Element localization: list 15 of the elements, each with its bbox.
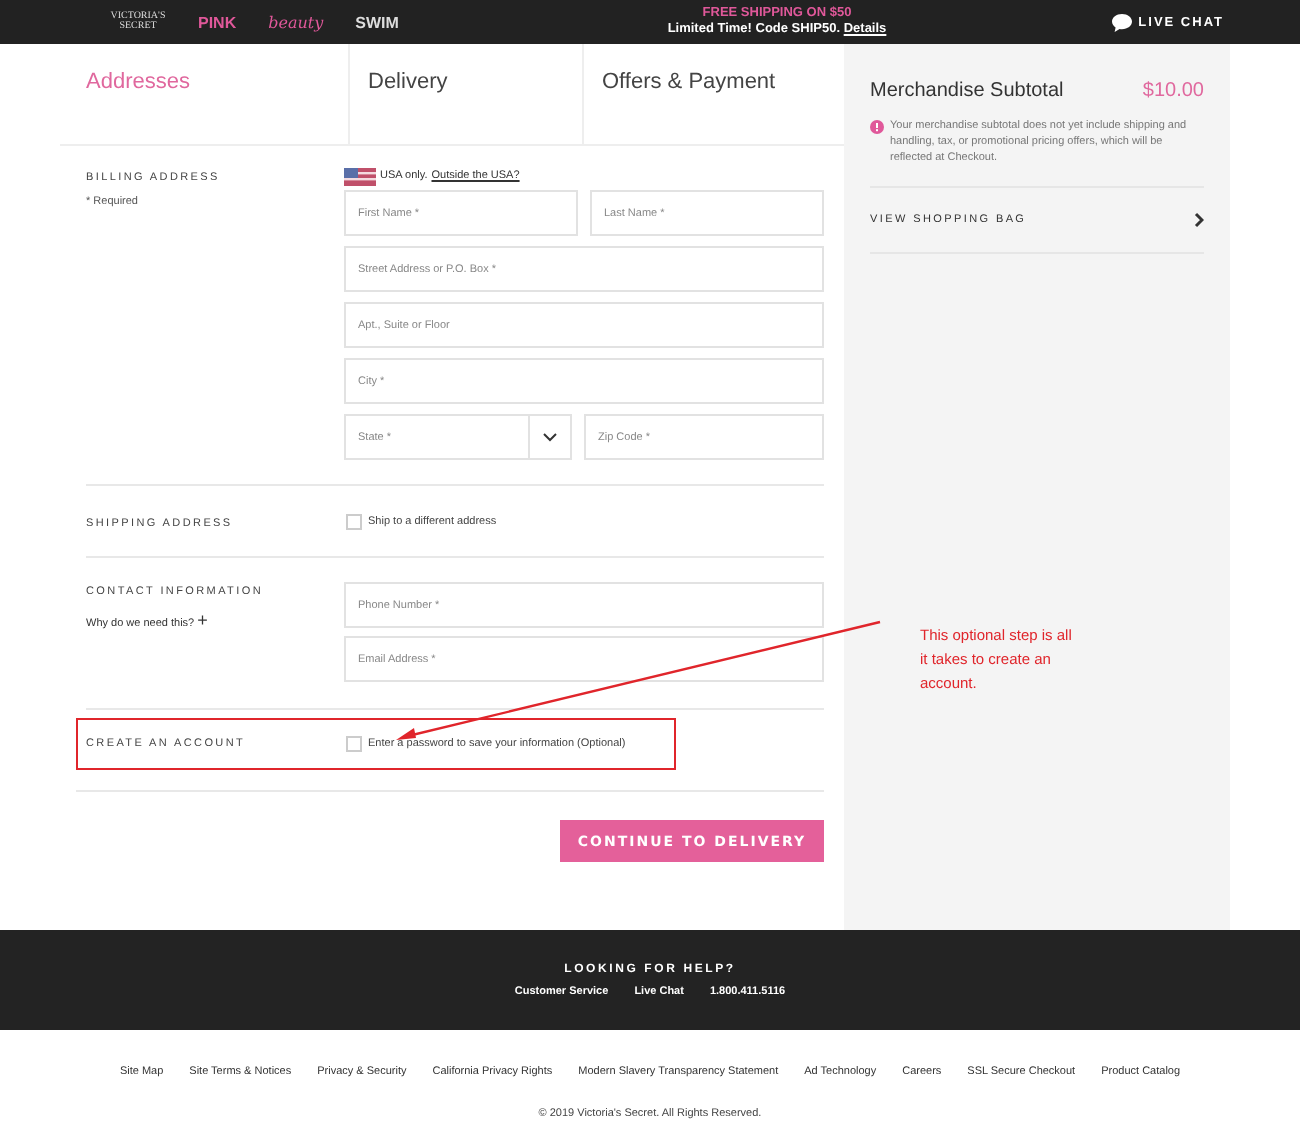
- flag-icon: [344, 167, 376, 185]
- checkout-step-tab[interactable]: Offers & Payment: [582, 44, 816, 144]
- brand-logo[interactable]: beauty: [268, 13, 324, 31]
- checkbox[interactable]: [346, 736, 362, 752]
- checkbox[interactable]: [346, 513, 362, 529]
- brand-logo[interactable]: SWIM: [355, 13, 399, 31]
- brand-logo[interactable]: PINK: [198, 13, 237, 31]
- chat-bubble-icon: [1112, 13, 1133, 31]
- chevron-down-icon: [542, 432, 558, 442]
- chevron-right-icon: [1194, 212, 1204, 228]
- subtotal-amount: $10.00: [1142, 80, 1204, 102]
- subtotal-label: Merchandise Subtotal: [870, 80, 1064, 102]
- expand-toggle[interactable]: +: [197, 610, 208, 630]
- info-icon: [870, 120, 884, 134]
- checkout-step-tab[interactable]: Delivery: [348, 44, 582, 144]
